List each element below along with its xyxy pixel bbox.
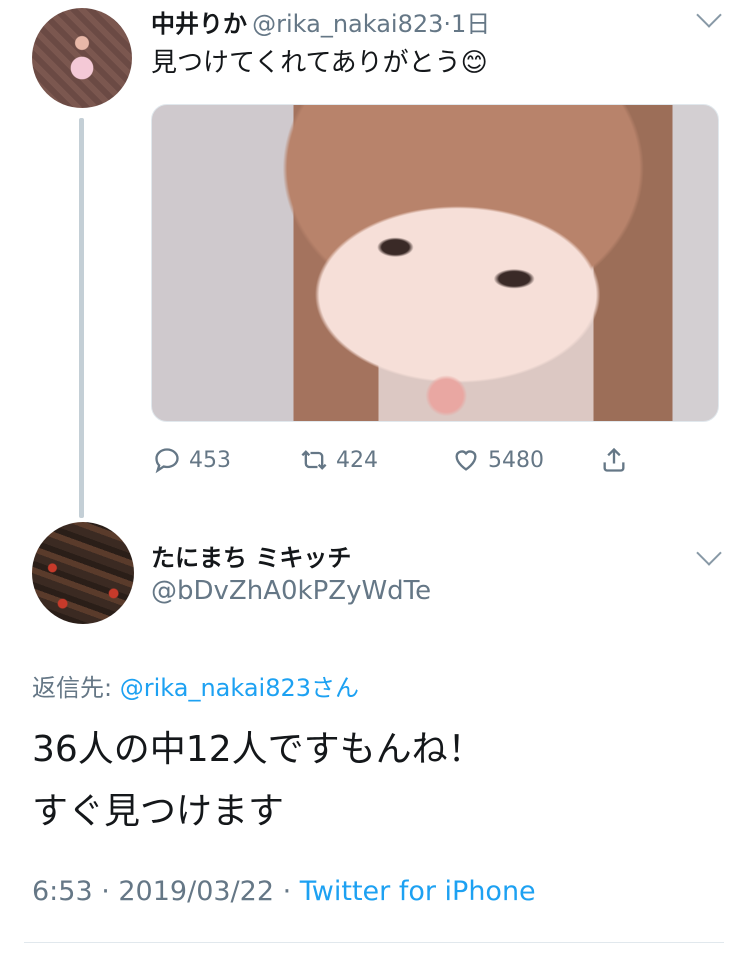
tweet-photo[interactable] bbox=[151, 104, 719, 422]
retweet-count: 424 bbox=[336, 447, 378, 473]
heart-icon bbox=[455, 450, 477, 471]
share-button[interactable] bbox=[600, 446, 628, 474]
tweet-header: 中井りか @rika_nakai823·1日 bbox=[151, 4, 490, 39]
divider bbox=[24, 942, 724, 943]
chevron-down-icon[interactable] bbox=[696, 2, 722, 28]
separator: · bbox=[443, 10, 452, 38]
reply-to-label: 返信先: bbox=[32, 674, 120, 702]
reply-icon bbox=[155, 448, 179, 474]
author-name[interactable]: 中井りか bbox=[151, 10, 247, 38]
reply-button[interactable]: 453 bbox=[153, 446, 231, 474]
reply-text-line2: すぐ見つけます bbox=[32, 791, 285, 832]
like-count: 5480 bbox=[488, 447, 544, 473]
reply-to-handle[interactable]: @rika_nakai823さん bbox=[120, 674, 359, 702]
reply-count: 453 bbox=[189, 447, 231, 473]
tweet-time[interactable]: 1日 bbox=[451, 10, 490, 38]
avatar[interactable] bbox=[32, 8, 132, 108]
reply-author-name[interactable]: たにまち ミキッチ bbox=[151, 538, 351, 573]
timestamp: 6:53 · 2019/03/22 · bbox=[32, 876, 300, 907]
smile-emoji-icon: 😊 bbox=[460, 48, 488, 78]
tweet-text: 見つけてくれてありがとう😊 bbox=[151, 42, 488, 79]
retweet-icon bbox=[301, 450, 327, 470]
retweet-button[interactable]: 424 bbox=[300, 446, 378, 474]
thread-line bbox=[79, 118, 84, 518]
reply-author-handle[interactable]: @bDvZhA0kPZyWdTe bbox=[151, 576, 431, 606]
tweet-body: 見つけてくれてありがとう bbox=[151, 48, 461, 78]
source-link[interactable]: Twitter for iPhone bbox=[300, 876, 536, 907]
share-icon bbox=[603, 447, 625, 472]
like-button[interactable]: 5480 bbox=[452, 446, 544, 474]
reply-text-line1: 36人の中12人ですもんね！ bbox=[32, 729, 484, 770]
chevron-down-icon[interactable] bbox=[696, 540, 722, 566]
reply-to-line: 返信先: @rika_nakai823さん bbox=[32, 668, 359, 703]
tweet-meta: 6:53 · 2019/03/22 · Twitter for iPhone bbox=[32, 876, 536, 907]
author-handle[interactable]: @rika_nakai823 bbox=[252, 10, 443, 38]
reply-avatar[interactable] bbox=[32, 522, 134, 624]
